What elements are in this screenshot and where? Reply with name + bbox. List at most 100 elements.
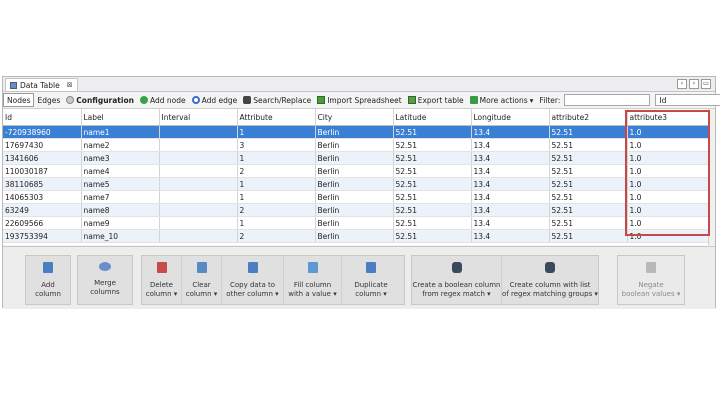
tab-edges[interactable]: Edges xyxy=(34,93,63,107)
table-cell[interactable]: 52.51 xyxy=(393,177,472,191)
table-cell[interactable]: 1.0 xyxy=(627,151,710,165)
filter-input[interactable] xyxy=(564,94,651,106)
filter-column-select[interactable]: Id ▼ xyxy=(655,94,720,106)
table-cell[interactable]: name3 xyxy=(81,151,160,165)
export-table-button[interactable]: Export table xyxy=(405,93,467,107)
table-cell[interactable]: Berlin xyxy=(315,190,394,204)
table-cell[interactable]: 52.51 xyxy=(549,151,628,165)
table-cell[interactable]: Berlin xyxy=(315,138,394,152)
table-cell[interactable]: 52.51 xyxy=(549,229,628,243)
table-cell[interactable]: 13.4 xyxy=(471,203,550,217)
data-table-tab[interactable]: Data Table ⊠ xyxy=(5,78,78,91)
table-row[interactable]: 193753394 name_10 2 Berlin 52.51 13.4 52.51 1.0 xyxy=(3,229,710,243)
duplicate-column-button[interactable]: Duplicate column ▾ xyxy=(342,256,400,304)
column-header[interactable]: Interval xyxy=(159,109,238,126)
table-cell[interactable]: 17697430 xyxy=(3,138,82,152)
table-cell[interactable]: 1 xyxy=(237,177,316,191)
table-cell[interactable]: 1.0 xyxy=(627,190,710,204)
create-boolean-column-button[interactable]: Create a boolean column from regex match… xyxy=(412,256,502,304)
table-cell[interactable] xyxy=(159,216,238,230)
table-cell[interactable]: 1 xyxy=(237,190,316,204)
table-cell[interactable]: 1.0 xyxy=(627,229,710,243)
column-header[interactable]: City xyxy=(315,109,394,126)
add-column-button[interactable]: Add column xyxy=(26,256,70,304)
column-header[interactable]: attribute2 xyxy=(549,109,628,126)
column-header[interactable]: Label xyxy=(81,109,160,126)
table-cell[interactable]: Berlin xyxy=(315,203,394,217)
table-cell[interactable] xyxy=(159,164,238,178)
add-edge-button[interactable]: Add edge xyxy=(189,93,241,107)
table-cell[interactable]: 52.51 xyxy=(393,229,472,243)
table-cell[interactable]: Berlin xyxy=(315,125,394,139)
table-row[interactable]: 14065303 name7 1 Berlin 52.51 13.4 52.51 1.0 xyxy=(3,190,710,204)
copy-data-button[interactable]: Copy data to other column ▾ xyxy=(222,256,284,304)
table-cell[interactable]: 1 xyxy=(237,151,316,165)
table-cell[interactable] xyxy=(159,190,238,204)
table-cell[interactable]: 38110685 xyxy=(3,177,82,191)
table-cell[interactable]: 193753394 xyxy=(3,229,82,243)
import-spreadsheet-button[interactable]: Import Spreadsheet xyxy=(314,93,405,107)
column-header[interactable]: attribute3 xyxy=(627,109,710,126)
table-cell[interactable]: 13.4 xyxy=(471,190,550,204)
table-cell[interactable]: 13.4 xyxy=(471,216,550,230)
column-header[interactable]: Longitude xyxy=(471,109,550,126)
table-cell[interactable]: 1.0 xyxy=(627,203,710,217)
table-cell[interactable] xyxy=(159,125,238,139)
table-cell[interactable]: name8 xyxy=(81,203,160,217)
table-cell[interactable]: 2 xyxy=(237,203,316,217)
table-cell[interactable]: 2 xyxy=(237,229,316,243)
search-replace-button[interactable]: Search/Replace xyxy=(240,93,314,107)
table-cell[interactable]: 52.51 xyxy=(549,203,628,217)
table-cell[interactable]: 14065303 xyxy=(3,190,82,204)
column-header[interactable]: Id xyxy=(3,109,82,126)
table-cell[interactable]: Berlin xyxy=(315,177,394,191)
table-cell[interactable]: Berlin xyxy=(315,151,394,165)
previous-button[interactable]: ‹ xyxy=(677,79,687,89)
table-cell[interactable]: 63249 xyxy=(3,203,82,217)
vertical-scrollbar[interactable] xyxy=(708,109,715,245)
table-cell[interactable]: 52.51 xyxy=(549,190,628,204)
table-cell[interactable] xyxy=(159,203,238,217)
table-cell[interactable]: Berlin xyxy=(315,216,394,230)
table-cell[interactable]: 52.51 xyxy=(393,203,472,217)
table-cell[interactable]: 1.0 xyxy=(627,216,710,230)
table-cell[interactable]: 52.51 xyxy=(393,164,472,178)
table-cell[interactable]: 13.4 xyxy=(471,177,550,191)
table-cell[interactable]: name7 xyxy=(81,190,160,204)
table-cell[interactable]: 52.51 xyxy=(549,138,628,152)
configuration-button[interactable]: Configuration xyxy=(63,93,137,107)
table-cell[interactable]: -720938960 xyxy=(3,125,82,139)
table-cell[interactable]: 52.51 xyxy=(393,125,472,139)
table-cell[interactable]: name1 xyxy=(81,125,160,139)
delete-column-button[interactable]: Delete column ▾ xyxy=(142,256,182,304)
table-cell[interactable]: 52.51 xyxy=(393,138,472,152)
table-cell[interactable]: name5 xyxy=(81,177,160,191)
table-cell[interactable]: 2 xyxy=(237,164,316,178)
fill-column-button[interactable]: Fill column with a value ▾ xyxy=(284,256,342,304)
table-cell[interactable]: 13.4 xyxy=(471,164,550,178)
table-cell[interactable]: 1 xyxy=(237,216,316,230)
column-header[interactable]: Attribute xyxy=(237,109,316,126)
clear-column-button[interactable]: Clear column ▾ xyxy=(182,256,222,304)
table-cell[interactable]: name_10 xyxy=(81,229,160,243)
table-cell[interactable]: name9 xyxy=(81,216,160,230)
table-row[interactable]: 63249 name8 2 Berlin 52.51 13.4 52.51 1.0 xyxy=(3,203,710,217)
table-cell[interactable]: name2 xyxy=(81,138,160,152)
table-row[interactable]: 17697430 name2 3 Berlin 52.51 13.4 52.51 1.0 xyxy=(3,138,710,152)
table-row[interactable]: 38110685 name5 1 Berlin 52.51 13.4 52.51 1.0 xyxy=(3,177,710,191)
table-cell[interactable]: 22609566 xyxy=(3,216,82,230)
table-cell[interactable] xyxy=(159,151,238,165)
table-cell[interactable]: 110030187 xyxy=(3,164,82,178)
table-cell[interactable]: 52.51 xyxy=(393,190,472,204)
table-cell[interactable]: 52.51 xyxy=(549,125,628,139)
table-cell[interactable]: Berlin xyxy=(315,164,394,178)
table-cell[interactable]: 1 xyxy=(237,125,316,139)
next-button[interactable]: › xyxy=(689,79,699,89)
tab-nodes[interactable]: Nodes xyxy=(3,93,35,107)
table-cell[interactable]: 52.51 xyxy=(549,216,628,230)
table-cell[interactable]: Berlin xyxy=(315,229,394,243)
table-row[interactable]: 110030187 name4 2 Berlin 52.51 13.4 52.51 1.0 xyxy=(3,164,710,178)
table-cell[interactable]: 1341606 xyxy=(3,151,82,165)
table-cell[interactable]: 52.51 xyxy=(393,151,472,165)
table-cell[interactable]: 13.4 xyxy=(471,138,550,152)
